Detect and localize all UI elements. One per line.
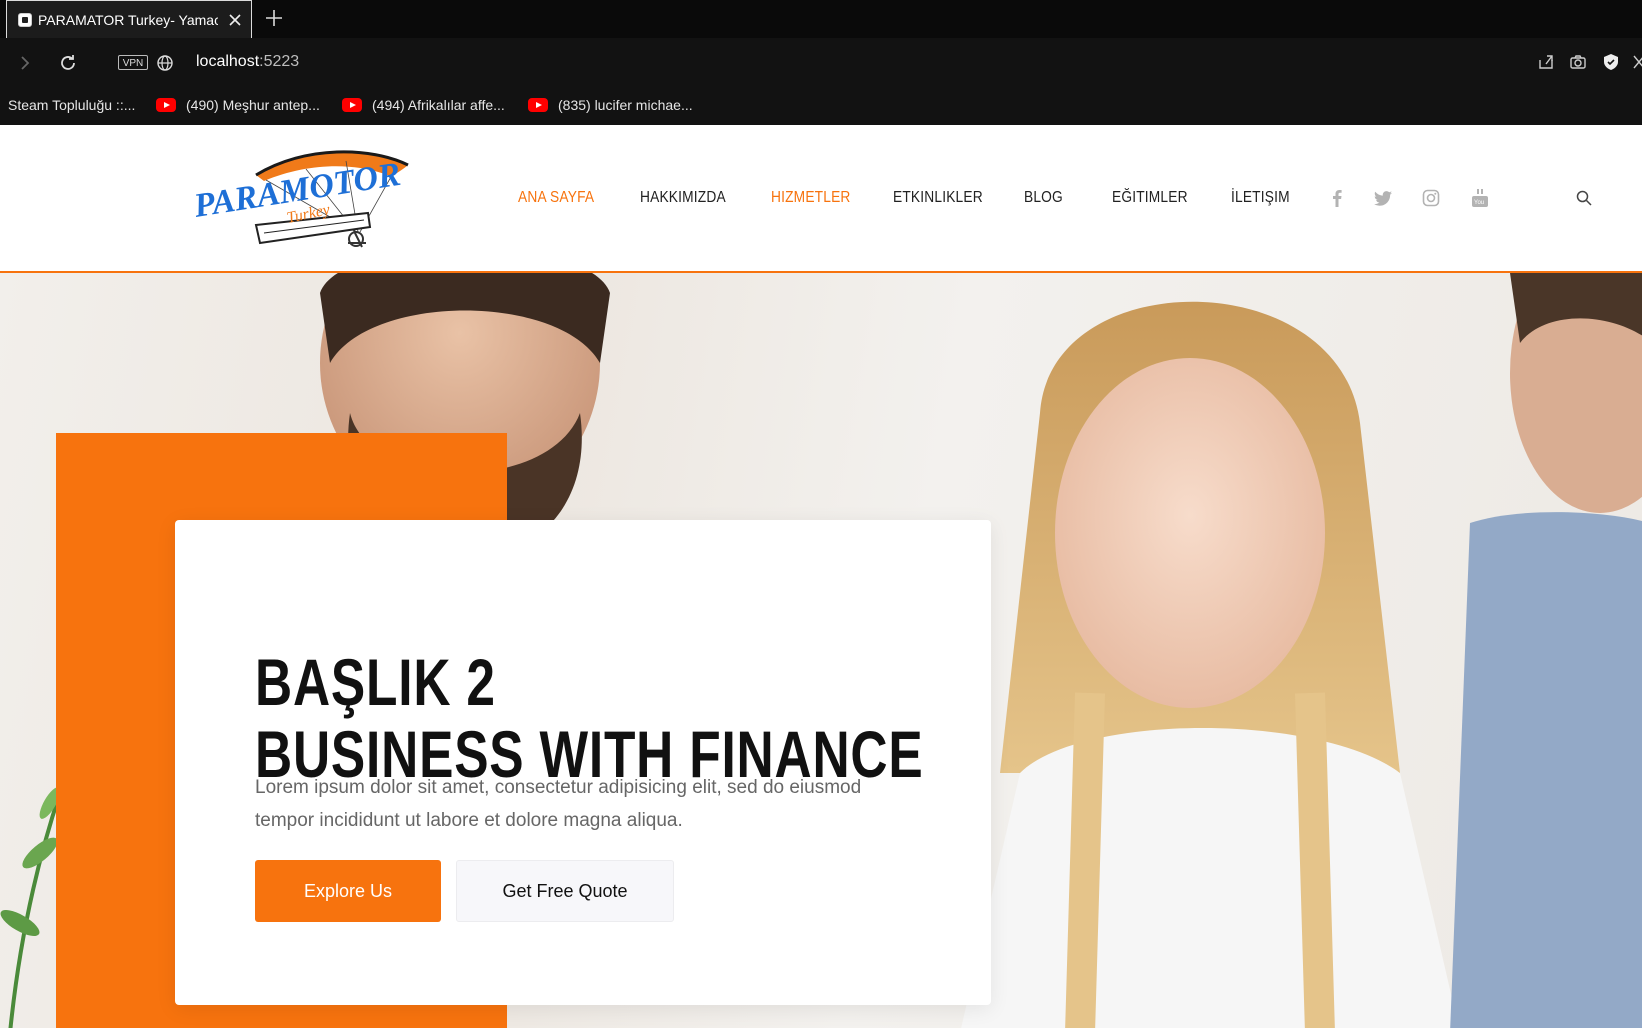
address-bar: VPN localhost:5223 — [0, 38, 1642, 88]
url-port: :5223 — [259, 53, 300, 70]
browser-tab[interactable]: PARAMATOR Turkey- Yamac — [6, 0, 252, 38]
nav-ana-sayfa[interactable]: ANA SAYFA — [518, 189, 594, 207]
bookmark-item[interactable]: (490) Meşhur antep... — [156, 97, 320, 113]
man-photo-right — [1450, 273, 1642, 1028]
hero-title-line1: BAŞLIK 2 — [255, 645, 496, 720]
extension-icon[interactable] — [1628, 51, 1642, 73]
bookmark-label: (835) lucifer michae... — [558, 97, 693, 113]
globe-icon — [153, 51, 177, 75]
bookmark-item[interactable]: (494) Afrikalılar affe... — [342, 97, 505, 113]
shield-icon[interactable] — [1600, 51, 1622, 73]
site-logo[interactable]: PARAMOTOR Turkey — [190, 147, 411, 257]
tab-title: PARAMATOR Turkey- Yamac — [38, 11, 218, 28]
youtube-icon[interactable]: You — [1470, 188, 1490, 208]
nav-etkinlikler[interactable]: ETKINLIKLER — [893, 189, 983, 207]
youtube-icon — [342, 98, 362, 112]
nav-hakkimizda[interactable]: HAKKIMIZDA — [640, 189, 726, 207]
youtube-icon — [528, 98, 548, 112]
new-tab-icon[interactable] — [262, 6, 286, 30]
nav-iletisim[interactable]: İLETIŞIM — [1231, 189, 1290, 207]
hero-title: BAŞLIK 2 BUSINESS WITH FINANCE — [255, 646, 923, 790]
get-free-quote-button[interactable]: Get Free Quote — [456, 860, 674, 922]
woman-photo — [961, 301, 1459, 1028]
search-icon[interactable] — [1573, 187, 1595, 209]
site-header: PARAMOTOR Turkey ANA SAYFA HAKKIMIZDA HI… — [0, 125, 1642, 273]
bookmark-label: (494) Afrikalılar affe... — [372, 97, 505, 113]
hero-section: BAŞLIK 2 BUSINESS WITH FINANCE Lorem ips… — [0, 273, 1642, 1028]
camera-icon[interactable] — [1567, 51, 1589, 73]
site-favicon-icon — [18, 12, 32, 27]
vpn-badge[interactable]: VPN — [118, 55, 148, 70]
nav-egitimler[interactable]: EĞITIMLER — [1112, 189, 1188, 207]
svg-text:You: You — [1474, 200, 1484, 206]
explore-us-button[interactable]: Explore Us — [255, 860, 441, 922]
bookmark-label: Steam Topluluğu ::... — [8, 97, 136, 113]
nav-hizmetler[interactable]: HIZMETLER — [771, 189, 851, 207]
url-field[interactable]: localhost:5223 — [196, 53, 299, 71]
nav-blog[interactable]: BLOG — [1024, 189, 1063, 207]
bookmark-label: (490) Meşhur antep... — [186, 97, 320, 113]
url-host: localhost — [196, 53, 260, 70]
bookmarks-bar: Steam Topluluğu ::... (490) Meşhur antep… — [0, 88, 1642, 125]
share-icon[interactable] — [1535, 51, 1557, 73]
youtube-icon — [156, 98, 176, 112]
forward-icon[interactable] — [13, 51, 37, 75]
close-tab-icon[interactable] — [226, 11, 244, 29]
reload-icon[interactable] — [56, 51, 80, 75]
browser-tab-bar: PARAMATOR Turkey- Yamac — [0, 0, 1642, 38]
facebook-icon[interactable] — [1327, 188, 1347, 208]
instagram-icon[interactable] — [1421, 188, 1441, 208]
bookmark-item[interactable]: Steam Topluluğu ::... — [8, 97, 135, 113]
twitter-icon[interactable] — [1373, 188, 1393, 208]
hero-card: BAŞLIK 2 BUSINESS WITH FINANCE Lorem ips… — [175, 520, 991, 1005]
bookmark-item[interactable]: (835) lucifer michae... — [528, 97, 693, 113]
hero-description: Lorem ipsum dolor sit amet, consectetur … — [255, 777, 862, 831]
